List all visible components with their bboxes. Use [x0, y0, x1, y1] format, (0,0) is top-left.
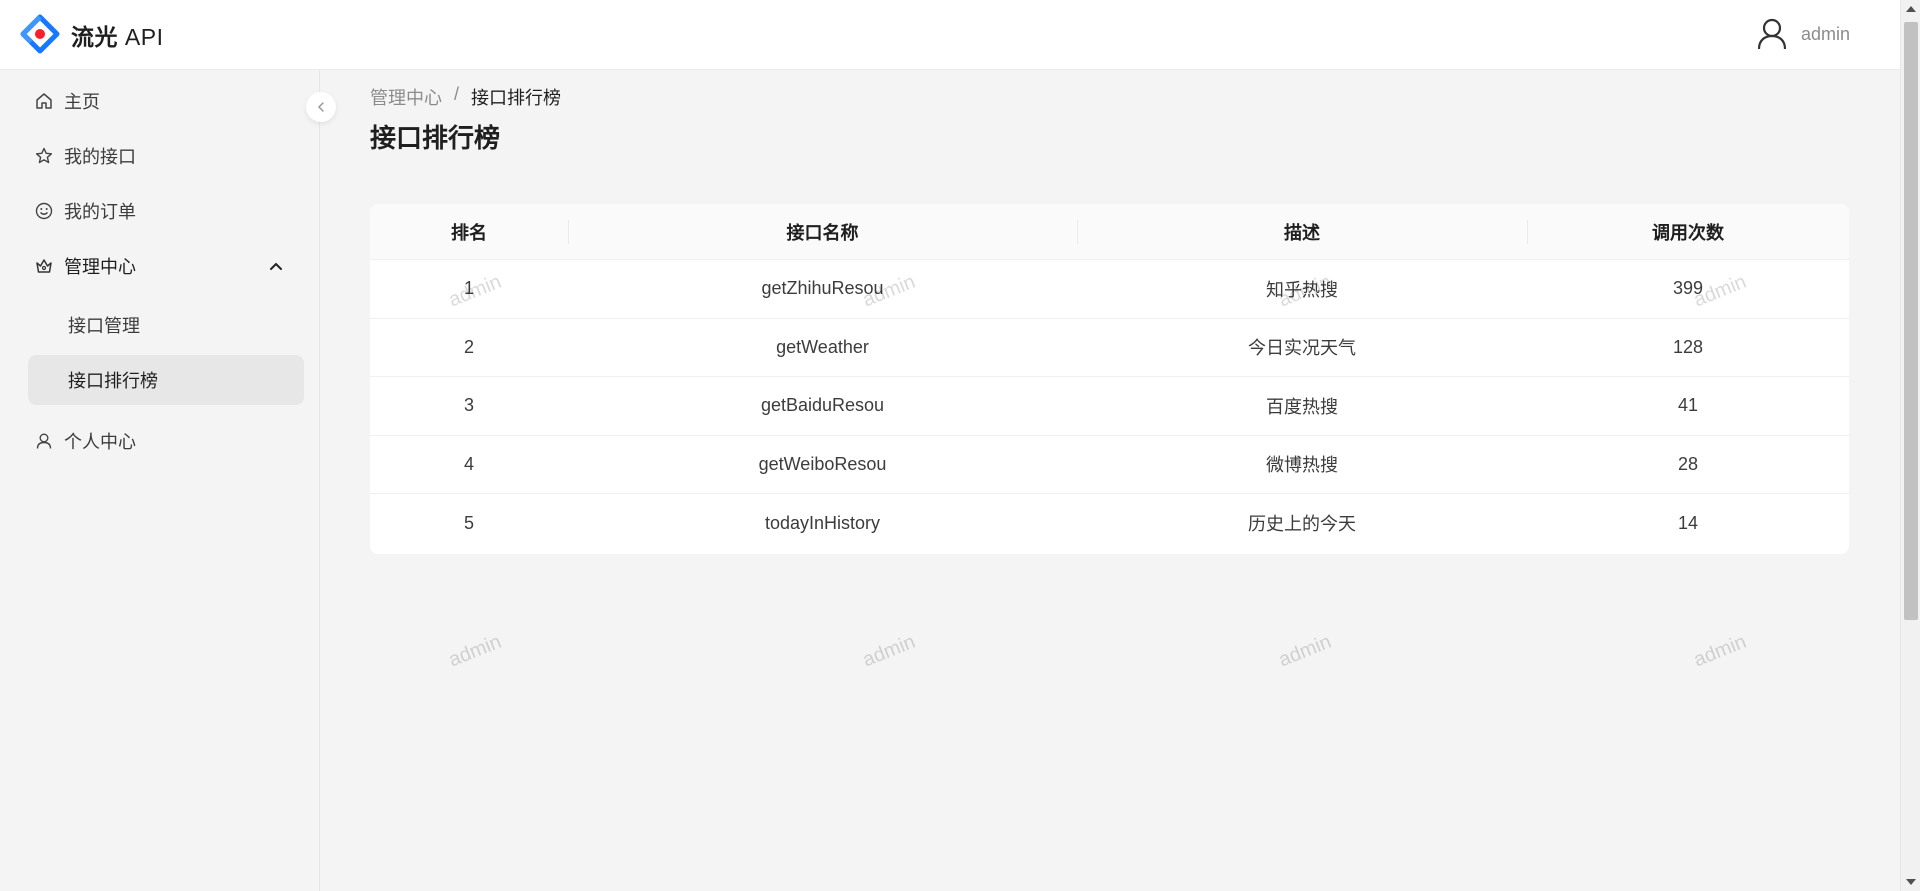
table-row: 1 getZhihuResou 知乎热搜 399 — [370, 260, 1849, 319]
table-header: 排名 接口名称 描述 调用次数 — [370, 204, 1849, 260]
column-header-description: 描述 — [1077, 204, 1527, 259]
sidebar-item-label: 管理中心 — [64, 257, 136, 277]
star-icon — [34, 146, 54, 166]
sidebar-subitem-label: 接口管理 — [68, 316, 140, 336]
cell-rank: 5 — [463, 512, 474, 533]
sidebar-item-label: 我的接口 — [64, 147, 136, 167]
cell-api-name: getZhihuResou — [761, 278, 884, 299]
app-logo[interactable]: 流光 API — [19, 14, 163, 56]
cell-call-count: 14 — [1677, 512, 1699, 533]
watermark: admin — [1275, 630, 1335, 672]
user-avatar-icon — [1757, 18, 1787, 50]
cell-call-count: 28 — [1677, 453, 1699, 474]
user-icon — [34, 431, 54, 451]
watermark: admin — [445, 630, 505, 672]
app-title-cn: 流光 — [71, 23, 118, 50]
user-name: admin — [1800, 23, 1850, 44]
cell-api-name: getBaiduResou — [760, 395, 885, 416]
breadcrumb-current: 接口排行榜 — [471, 88, 562, 108]
cell-api-name: getWeiboResou — [758, 453, 887, 474]
page-title: 接口排行榜 — [370, 123, 501, 153]
sidebar-item-my-orders[interactable]: 我的订单 — [28, 186, 304, 236]
sidebar-subitem-api-management[interactable]: 接口管理 — [28, 300, 304, 350]
cell-api-name: todayInHistory — [764, 512, 881, 533]
top-header: 流光 API admin — [0, 0, 1900, 70]
column-header-rank: 排名 — [451, 222, 487, 243]
scroll-down-arrow-icon[interactable] — [1906, 879, 1916, 885]
ranking-table: 排名 接口名称 描述 调用次数 1 getZhihuResou 知乎热搜 399… — [370, 204, 1849, 554]
cell-rank: 2 — [463, 336, 474, 357]
user-menu[interactable]: admin — [1757, 18, 1850, 50]
table-row: 5 todayInHistory 历史上的今天 14 — [370, 494, 1849, 553]
table-row: 3 getBaiduResou 百度热搜 41 — [370, 377, 1849, 436]
table-row: 4 getWeiboResou 微博热搜 28 — [370, 436, 1849, 494]
sidebar-item-label: 个人中心 — [64, 432, 136, 452]
logo-icon — [20, 14, 60, 53]
scroll-up-arrow-icon[interactable] — [1906, 6, 1916, 12]
sidebar-item-personal-center[interactable]: 个人中心 — [28, 416, 304, 466]
sidebar-item-my-apis[interactable]: 我的接口 — [28, 131, 304, 181]
cell-call-count: 128 — [1672, 336, 1704, 357]
smile-icon — [34, 201, 54, 221]
cell-rank: 1 — [463, 278, 474, 299]
cell-rank: 3 — [463, 395, 474, 416]
sidebar-collapse-button[interactable] — [306, 92, 336, 122]
sidebar-item-admin-center[interactable]: 管理中心 — [28, 241, 304, 291]
chevron-up-icon — [270, 262, 282, 270]
cell-description: 今日实况天气 — [1248, 338, 1356, 359]
cell-rank: 4 — [463, 453, 474, 474]
column-header-api-name: 接口名称 — [568, 204, 1077, 259]
breadcrumb-separator: / — [454, 84, 460, 104]
breadcrumb-parent[interactable]: 管理中心 — [370, 84, 442, 110]
sidebar-item-label: 我的订单 — [64, 202, 136, 222]
breadcrumb: 管理中心 / 接口排行榜 — [370, 84, 561, 110]
chevron-left-icon — [317, 102, 324, 112]
crown-icon — [34, 256, 54, 276]
app-title-api: API — [124, 23, 164, 50]
table-row: 2 getWeather 今日实况天气 128 — [370, 319, 1849, 377]
column-header-call-count: 调用次数 — [1527, 204, 1849, 259]
page-scrollbar[interactable] — [1900, 0, 1920, 891]
cell-description: 微博热搜 — [1266, 455, 1338, 476]
sidebar-subitem-api-ranking[interactable]: 接口排行榜 — [28, 355, 304, 405]
cell-call-count: 41 — [1677, 395, 1699, 416]
watermark: admin — [1690, 630, 1750, 672]
scroll-thumb[interactable] — [1904, 22, 1918, 620]
cell-api-name: getWeather — [776, 336, 869, 357]
sidebar-item-home[interactable]: 主页 — [28, 76, 304, 126]
app-title: 流光 API — [71, 18, 163, 52]
sidebar: 主页 我的接口 我的订单 管理中心 接口管理 接口排行榜 个人中心 — [0, 70, 320, 891]
cell-call-count: 399 — [1672, 278, 1704, 299]
sidebar-subitem-label: 接口排行榜 — [68, 371, 158, 391]
home-icon — [34, 91, 54, 111]
cell-description: 百度热搜 — [1266, 396, 1338, 417]
cell-description: 知乎热搜 — [1266, 279, 1338, 300]
sidebar-item-label: 主页 — [64, 92, 100, 112]
watermark: admin — [859, 630, 919, 672]
cell-description: 历史上的今天 — [1248, 514, 1356, 535]
